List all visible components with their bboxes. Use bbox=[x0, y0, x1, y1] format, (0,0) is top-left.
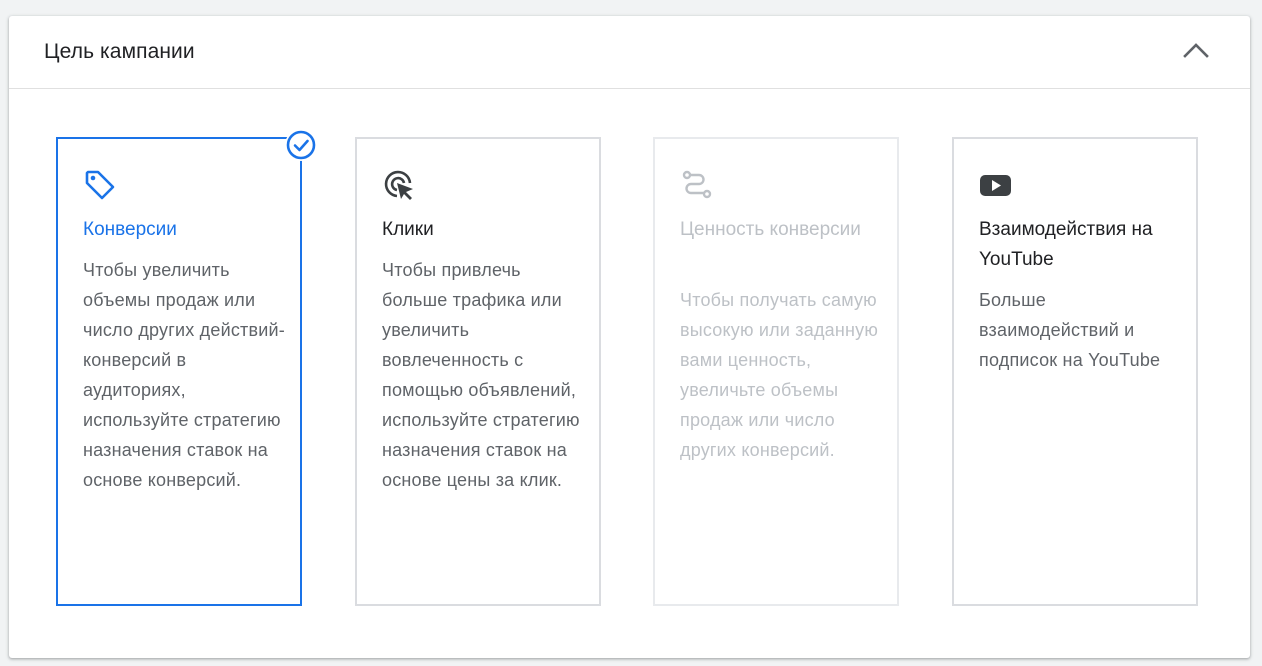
goal-title: Ценность конверсии bbox=[680, 219, 861, 240]
goal-title: Конверсии bbox=[83, 219, 177, 240]
goal-card-conversion-value: Ценность конверсии Чтобы получать самую … bbox=[653, 137, 899, 606]
selected-check-icon bbox=[285, 129, 317, 161]
goal-card-clicks[interactable]: Клики Чтобы привлечь больше трафика или … bbox=[355, 137, 601, 606]
chevron-up-icon bbox=[1182, 41, 1210, 64]
goal-title: Клики bbox=[382, 219, 434, 240]
campaign-goal-panel: Цель кампании Конверсии Чтобы увеличить … bbox=[9, 16, 1250, 658]
goal-description: Чтобы привлечь больше трафика или увелич… bbox=[382, 260, 580, 490]
goal-description: Чтобы получать самую высокую или заданну… bbox=[680, 290, 879, 460]
goal-card-conversions[interactable]: Конверсии Чтобы увеличить объемы продаж … bbox=[56, 129, 317, 606]
goal-description: Чтобы увеличить объемы продаж или число … bbox=[83, 260, 285, 490]
campaign-goal-header[interactable]: Цель кампании bbox=[9, 16, 1250, 89]
youtube-icon bbox=[979, 168, 1013, 202]
tag-icon bbox=[83, 168, 117, 202]
goal-card-youtube-engagements[interactable]: Взаимодействия на YouTube Больше взаимод… bbox=[952, 137, 1198, 606]
goal-description: Больше взаимодействий и подписок на YouT… bbox=[979, 290, 1161, 370]
route-icon bbox=[680, 168, 714, 202]
collapse-button[interactable] bbox=[1179, 37, 1213, 67]
section-title: Цель кампании bbox=[44, 40, 195, 63]
cursor-click-icon bbox=[382, 168, 416, 202]
goal-title: Взаимодействия на YouTube bbox=[979, 219, 1153, 270]
